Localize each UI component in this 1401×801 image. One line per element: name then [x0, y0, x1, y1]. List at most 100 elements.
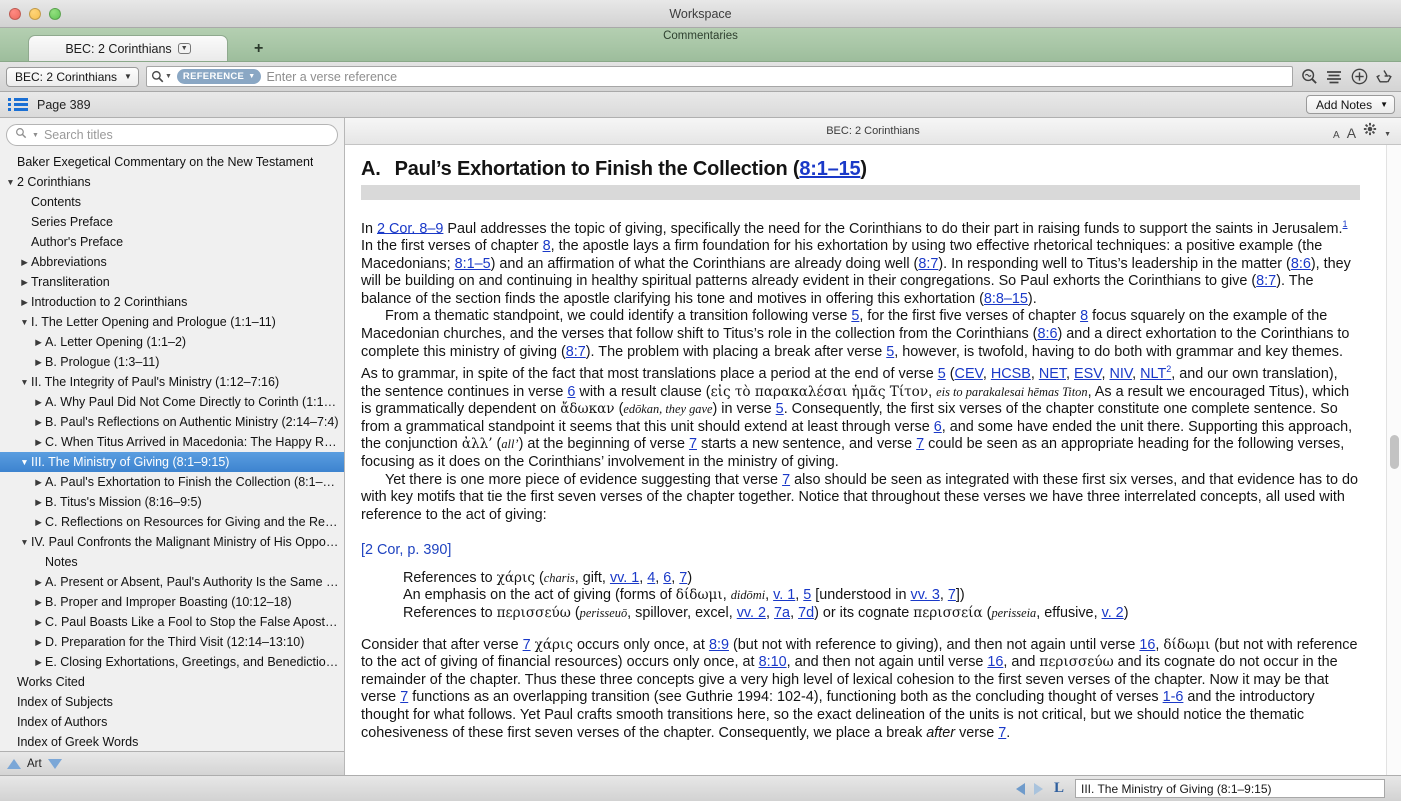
sidebar-item[interactable]: ▶ Abbreviations	[0, 252, 344, 272]
scripture-ref-link[interactable]: 7	[523, 637, 531, 653]
scripture-ref-link[interactable]: 8:7	[918, 256, 938, 272]
chevron-right-icon[interactable]: ▶	[32, 517, 45, 528]
sidebar-item[interactable]: ▶ B. Titus's Mission (8:16–9:5)	[0, 492, 344, 512]
chevron-right-icon[interactable]: ▶	[32, 437, 45, 448]
sidebar-item[interactable]: ▶ E. Closing Exhortations, Greetings, and…	[0, 652, 344, 672]
sidebar-item[interactable]: ▼ IV. Paul Confronts the Malignant Minist…	[0, 532, 344, 552]
sidebar-item[interactable]: ▶ C. Reflections on Resources for Giving …	[0, 512, 344, 532]
add-notes-button[interactable]: Add Notes ▼	[1306, 95, 1395, 114]
navigate-back-button[interactable]	[1015, 782, 1025, 795]
chevron-right-icon[interactable]: ▶	[32, 497, 45, 508]
scripture-ref-link[interactable]: 16	[987, 654, 1003, 670]
scripture-ref-link[interactable]: 7	[916, 436, 924, 452]
verse-link[interactable]: vv. 3	[911, 587, 940, 603]
sidebar-search-input[interactable]: ▼ Search titles	[6, 124, 338, 146]
chevron-right-icon[interactable]: ▶	[18, 277, 31, 288]
chevron-right-icon[interactable]: ▶	[32, 337, 45, 348]
scripture-ref-link[interactable]: 7	[689, 436, 697, 452]
verse-link[interactable]: 5	[803, 587, 811, 603]
sidebar-item[interactable]: Index of Greek Words	[0, 732, 344, 751]
logos-logo-icon[interactable]: L	[1052, 780, 1066, 797]
translation-link[interactable]: CEV	[955, 366, 983, 382]
sidebar-item[interactable]: ▶ C. Paul Boasts Like a Fool to Stop the …	[0, 612, 344, 632]
chevron-right-icon[interactable]: ▶	[18, 297, 31, 308]
chevron-right-icon[interactable]: ▶	[32, 477, 45, 488]
sidebar-item[interactable]: ▼ 2 Corinthians	[0, 172, 344, 192]
scripture-ref-link[interactable]: 5	[776, 401, 784, 417]
scripture-ref-link[interactable]: 6	[934, 419, 942, 435]
verse-link[interactable]: 7d	[798, 605, 814, 621]
toc-list-icon[interactable]	[8, 98, 28, 111]
scripture-ref-link[interactable]: 8:7	[1256, 273, 1276, 289]
sidebar-item[interactable]: Index of Subjects	[0, 692, 344, 712]
chevron-down-icon[interactable]: ▼	[18, 317, 31, 327]
translation-link[interactable]: HCSB	[991, 366, 1031, 382]
chevron-right-icon[interactable]: ▶	[32, 657, 45, 668]
sidebar-item[interactable]: Series Preface	[0, 212, 344, 232]
scripture-ref-link[interactable]: 2 Cor. 8–9	[377, 220, 443, 236]
sidebar-item[interactable]: Contents	[0, 192, 344, 212]
verse-link[interactable]: 7	[679, 570, 687, 586]
sidebar-item[interactable]: ▶ A. Letter Opening (1:1–2)	[0, 332, 344, 352]
sidebar-item[interactable]: ▶ D. Preparation for the Third Visit (12:…	[0, 632, 344, 652]
new-tab-button[interactable]: +	[246, 41, 271, 57]
verse-link[interactable]: v. 2	[1102, 605, 1124, 621]
scripture-ref-link[interactable]: 8:1–15	[799, 158, 860, 180]
translation-link[interactable]: NLT2	[1140, 364, 1171, 382]
sidebar-item[interactable]: ▶ Transliteration	[0, 272, 344, 292]
sidebar-item[interactable]: ▶ B. Proper and Improper Boasting (10:12–…	[0, 592, 344, 612]
chevron-down-icon[interactable]: ▼	[18, 377, 31, 387]
scripture-ref-link[interactable]: 8:8–15	[984, 291, 1028, 307]
scrollbar-thumb[interactable]	[1390, 435, 1399, 469]
scripture-ref-link[interactable]: 7	[400, 689, 408, 705]
scripture-ref-link[interactable]: 8	[543, 238, 551, 254]
translation-link[interactable]: NET	[1039, 366, 1066, 382]
search-icon[interactable]: ▼	[151, 70, 172, 83]
chevron-right-icon[interactable]: ▶	[18, 257, 31, 268]
sidebar-item[interactable]: ▶ A. Paul's Exhortation to Finish the Col…	[0, 472, 344, 492]
tab-bec-2-corinthians[interactable]: BEC: 2 Corinthians ▼	[28, 35, 228, 61]
scripture-ref-link[interactable]: 8:6	[1291, 256, 1311, 272]
list-lines-icon[interactable]	[1325, 68, 1343, 86]
chevron-right-icon[interactable]: ▶	[32, 617, 45, 628]
verse-link[interactable]: v. 1	[773, 587, 795, 603]
chevron-right-icon[interactable]: ▶	[32, 597, 45, 608]
chevron-down-icon[interactable]: ▼	[4, 177, 17, 187]
verse-link[interactable]: vv. 2	[737, 605, 766, 621]
footnote-marker[interactable]: 1	[1343, 219, 1348, 229]
sidebar-item[interactable]: ▶ Introduction to 2 Corinthians	[0, 292, 344, 312]
scripture-ref-link[interactable]: 8:9	[709, 637, 729, 653]
scripture-ref-link[interactable]: 8:7	[566, 344, 586, 360]
scripture-ref-link[interactable]: 8:6	[1037, 326, 1057, 342]
scripture-ref-link[interactable]: 8:10	[759, 654, 787, 670]
chevron-right-icon[interactable]: ▶	[32, 577, 45, 588]
chevron-right-icon[interactable]: ▶	[32, 357, 45, 368]
verse-link[interactable]: 4	[647, 570, 655, 586]
sidebar-item[interactable]: ▼ III. The Ministry of Giving (8:1–9:15)	[0, 452, 344, 472]
verse-link[interactable]: 6	[663, 570, 671, 586]
navigate-forward-button[interactable]	[1033, 782, 1043, 795]
verse-link[interactable]: 7a	[774, 605, 790, 621]
sidebar-item[interactable]: ▶ A. Why Paul Did Not Come Directly to Co…	[0, 392, 344, 412]
scripture-ref-link[interactable]: 1-6	[1163, 689, 1184, 705]
sidebar-item[interactable]: ▶ B. Prologue (1:3–11)	[0, 352, 344, 372]
scripture-ref-link[interactable]: 5	[886, 344, 894, 360]
scripture-ref-link[interactable]: 6	[567, 384, 575, 400]
scripture-ref-link[interactable]: 16	[1139, 637, 1155, 653]
vertical-scrollbar[interactable]	[1386, 145, 1401, 775]
breadcrumb[interactable]: III. The Ministry of Giving (8:1–9:15)	[1075, 779, 1385, 798]
sidebar-item[interactable]: Index of Authors	[0, 712, 344, 732]
chevron-right-icon[interactable]: ▶	[32, 637, 45, 648]
chevron-right-icon[interactable]: ▶	[32, 417, 45, 428]
resource-selector-button[interactable]: BEC: 2 Corinthians ▼	[6, 66, 139, 87]
scripture-ref-link[interactable]: 5	[938, 366, 946, 382]
chevron-right-icon[interactable]: ▶	[32, 397, 45, 408]
sidebar-item[interactable]: Works Cited	[0, 672, 344, 692]
scroll-up-triangle-icon[interactable]	[7, 758, 21, 769]
search-zoom-icon[interactable]	[1300, 68, 1318, 86]
sidebar-item[interactable]: ▶ C. When Titus Arrived in Macedonia: The…	[0, 432, 344, 452]
scripture-ref-link[interactable]: 7	[998, 725, 1006, 741]
scripture-ref-link[interactable]: 8	[1080, 308, 1088, 324]
verse-link[interactable]: 7	[948, 587, 956, 603]
search-input[interactable]: ▼ REFERENCE ▼ Enter a verse reference	[145, 66, 1293, 87]
